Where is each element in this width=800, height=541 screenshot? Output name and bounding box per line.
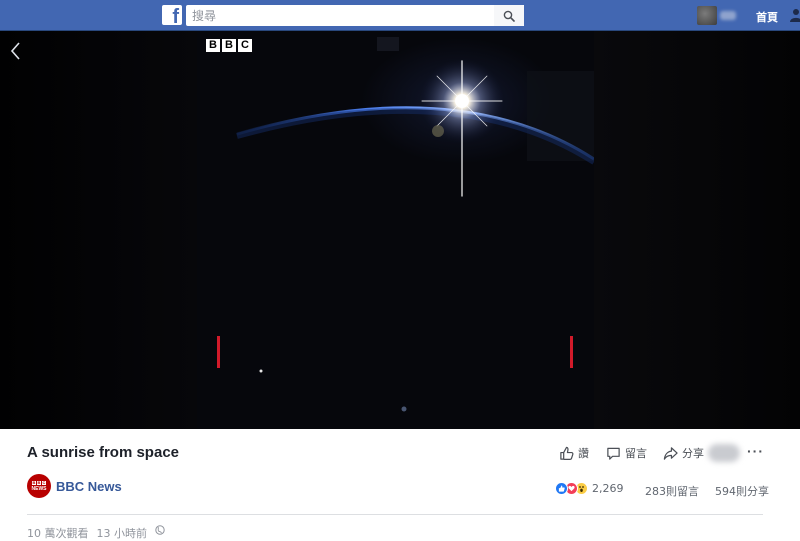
- bbc-channel-logo: B B C: [206, 39, 252, 52]
- video-letterbox-left: [0, 31, 197, 429]
- home-link[interactable]: 首頁: [756, 9, 778, 25]
- facebook-logo-icon[interactable]: f: [162, 5, 182, 25]
- top-navigation-bar: f 首頁: [0, 0, 800, 31]
- like-action[interactable]: 讚: [559, 445, 589, 461]
- video-player[interactable]: B B C: [0, 31, 800, 429]
- search-icon: [503, 10, 515, 22]
- avatar: [697, 6, 717, 25]
- video-letterbox-right: [594, 31, 800, 429]
- comment-icon: [607, 447, 620, 460]
- page-name-link[interactable]: BBC News: [56, 479, 122, 494]
- reactions-summary[interactable]: 2,269: [555, 482, 624, 495]
- share-action[interactable]: 分享: [663, 445, 704, 461]
- more-icon[interactable]: ···: [747, 444, 763, 458]
- station-module: [527, 71, 594, 161]
- reaction-count: 2,269: [592, 482, 624, 495]
- view-count: 10 萬次觀看: [27, 527, 89, 540]
- share-target-avatar-blurred[interactable]: [708, 444, 740, 462]
- post-meta: 10 萬次觀看 13 小時前: [27, 525, 165, 541]
- post-timestamp[interactable]: 13 小時前: [97, 525, 148, 541]
- video-title: A sunrise from space: [27, 444, 179, 461]
- video-frame-marker-left: [217, 336, 220, 368]
- back-arrow-icon[interactable]: [9, 41, 23, 61]
- search-button[interactable]: [494, 5, 524, 26]
- divider: [27, 514, 763, 515]
- share-label: 分享: [682, 447, 704, 460]
- profile-name-blurred: [720, 11, 736, 20]
- shares-count-link[interactable]: 594則分享: [715, 483, 769, 499]
- comment-action[interactable]: 留言: [606, 445, 647, 461]
- comment-label: 留言: [625, 447, 647, 460]
- profile-link[interactable]: [697, 6, 737, 25]
- globe-icon: [155, 525, 165, 535]
- video-scene: [236, 37, 594, 412]
- page-avatar[interactable]: B B C NEWS: [27, 474, 51, 498]
- station-panel: [377, 37, 399, 51]
- video-frame-marker-right: [570, 336, 573, 368]
- page-info: B B C NEWS BBC News: [27, 474, 122, 498]
- search-input[interactable]: [186, 5, 524, 26]
- like-label: 讚: [578, 447, 589, 460]
- like-reaction-icon: [555, 482, 568, 495]
- share-icon: [663, 446, 678, 460]
- friends-icon[interactable]: [790, 8, 800, 22]
- like-icon: [560, 446, 574, 460]
- comments-count-link[interactable]: 283則留言: [645, 483, 699, 499]
